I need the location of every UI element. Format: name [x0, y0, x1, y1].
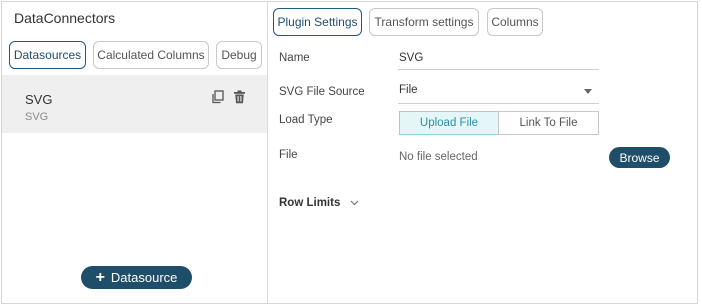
load-type-label: Load Type [279, 114, 333, 126]
svg-file-source-select[interactable]: File [399, 84, 418, 96]
plus-icon: + [95, 268, 105, 286]
tab-plugin-settings[interactable]: Plugin Settings [273, 8, 362, 36]
tab-datasources[interactable]: Datasources [9, 41, 86, 69]
link-to-file-toggle[interactable]: Link To File [498, 111, 599, 135]
name-input[interactable]: SVG [399, 52, 423, 64]
add-datasource-label: Datasource [110, 270, 178, 285]
settings-panel: Plugin Settings Transform settings Colum… [268, 2, 698, 303]
svg-file-source-label: SVG File Source [279, 86, 365, 98]
name-input-underline [398, 69, 599, 70]
add-datasource-button[interactable]: + Datasource [81, 266, 192, 289]
row-limits-section[interactable]: Row Limits [279, 197, 359, 209]
tab-calculated-columns[interactable]: Calculated Columns [93, 41, 209, 69]
name-label: Name [279, 52, 310, 64]
tab-transform-settings[interactable]: Transform settings [369, 8, 479, 36]
datasource-type: SVG [25, 111, 49, 123]
file-label: File [279, 149, 298, 161]
chevron-down-icon [350, 197, 359, 209]
row-limits-label: Row Limits [279, 197, 341, 209]
caret-down-icon[interactable] [584, 89, 592, 94]
upload-file-toggle[interactable]: Upload File [399, 111, 499, 135]
datasource-list-item[interactable]: SVG SVG [2, 75, 267, 133]
tab-debug[interactable]: Debug [216, 41, 262, 69]
trash-icon[interactable] [231, 89, 247, 105]
datasource-name: SVG [25, 92, 53, 107]
panel-title: DataConnectors [14, 10, 116, 26]
file-status: No file selected [399, 151, 478, 163]
tab-columns[interactable]: Columns [487, 8, 543, 36]
svg-file-source-underline [398, 103, 599, 104]
datasources-panel: DataConnectors Datasources Calculated Co… [2, 2, 268, 303]
copy-icon[interactable] [210, 89, 226, 105]
data-connectors-dialog: DataConnectors Datasources Calculated Co… [1, 1, 698, 304]
browse-button[interactable]: Browse [609, 147, 670, 168]
